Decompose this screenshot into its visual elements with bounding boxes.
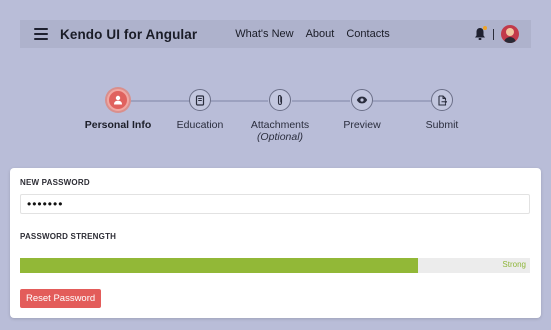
nav-link-about[interactable]: About bbox=[306, 28, 335, 40]
password-card: NEW PASSWORD ••••••• PASSWORD STRENGTH S… bbox=[10, 168, 541, 318]
step-label: Submit bbox=[425, 119, 459, 131]
user-avatar[interactable] bbox=[501, 25, 519, 43]
divider bbox=[493, 28, 494, 40]
step-label: Personal Info bbox=[84, 119, 152, 131]
notification-dot bbox=[483, 26, 487, 30]
step-education[interactable]: Education bbox=[160, 89, 240, 131]
step-attachments[interactable]: Attachments (Optional) bbox=[240, 89, 320, 143]
nav-link-whats-new[interactable]: What's New bbox=[235, 28, 293, 40]
user-icon[interactable] bbox=[107, 89, 129, 111]
notification-bell-icon[interactable] bbox=[474, 26, 487, 41]
step-submit[interactable]: Submit bbox=[402, 89, 482, 131]
new-password-label: NEW PASSWORD bbox=[20, 178, 90, 187]
step-sublabel: (Optional) bbox=[256, 131, 304, 143]
password-strength-label: PASSWORD STRENGTH bbox=[20, 232, 117, 241]
appbar-actions bbox=[474, 25, 519, 43]
nav-link-contacts[interactable]: Contacts bbox=[346, 28, 389, 40]
stepper: Personal Info Education Attachments (Opt… bbox=[78, 89, 483, 149]
step-label: Attachments bbox=[250, 119, 310, 131]
top-nav: What's New About Contacts bbox=[235, 28, 390, 40]
page: Kendo UI for Angular What's New About Co… bbox=[0, 0, 551, 330]
step-label: Preview bbox=[343, 119, 381, 131]
file-export-icon[interactable] bbox=[431, 89, 453, 111]
password-strength-fill bbox=[20, 258, 418, 273]
app-title: Kendo UI for Angular bbox=[60, 26, 198, 42]
step-personal-info[interactable]: Personal Info bbox=[78, 89, 158, 131]
book-icon[interactable] bbox=[189, 89, 211, 111]
new-password-field[interactable]: ••••••• bbox=[20, 194, 530, 214]
password-strength-text: Strong bbox=[502, 260, 526, 269]
password-strength-bar: Strong bbox=[20, 258, 530, 273]
paperclip-icon[interactable] bbox=[269, 89, 291, 111]
app-bar: Kendo UI for Angular What's New About Co… bbox=[20, 20, 531, 48]
step-preview[interactable]: Preview bbox=[322, 89, 402, 131]
step-label: Education bbox=[176, 119, 224, 131]
eye-icon[interactable] bbox=[351, 89, 373, 111]
menu-icon[interactable] bbox=[34, 28, 48, 40]
reset-password-button[interactable]: Reset Password bbox=[20, 289, 102, 308]
